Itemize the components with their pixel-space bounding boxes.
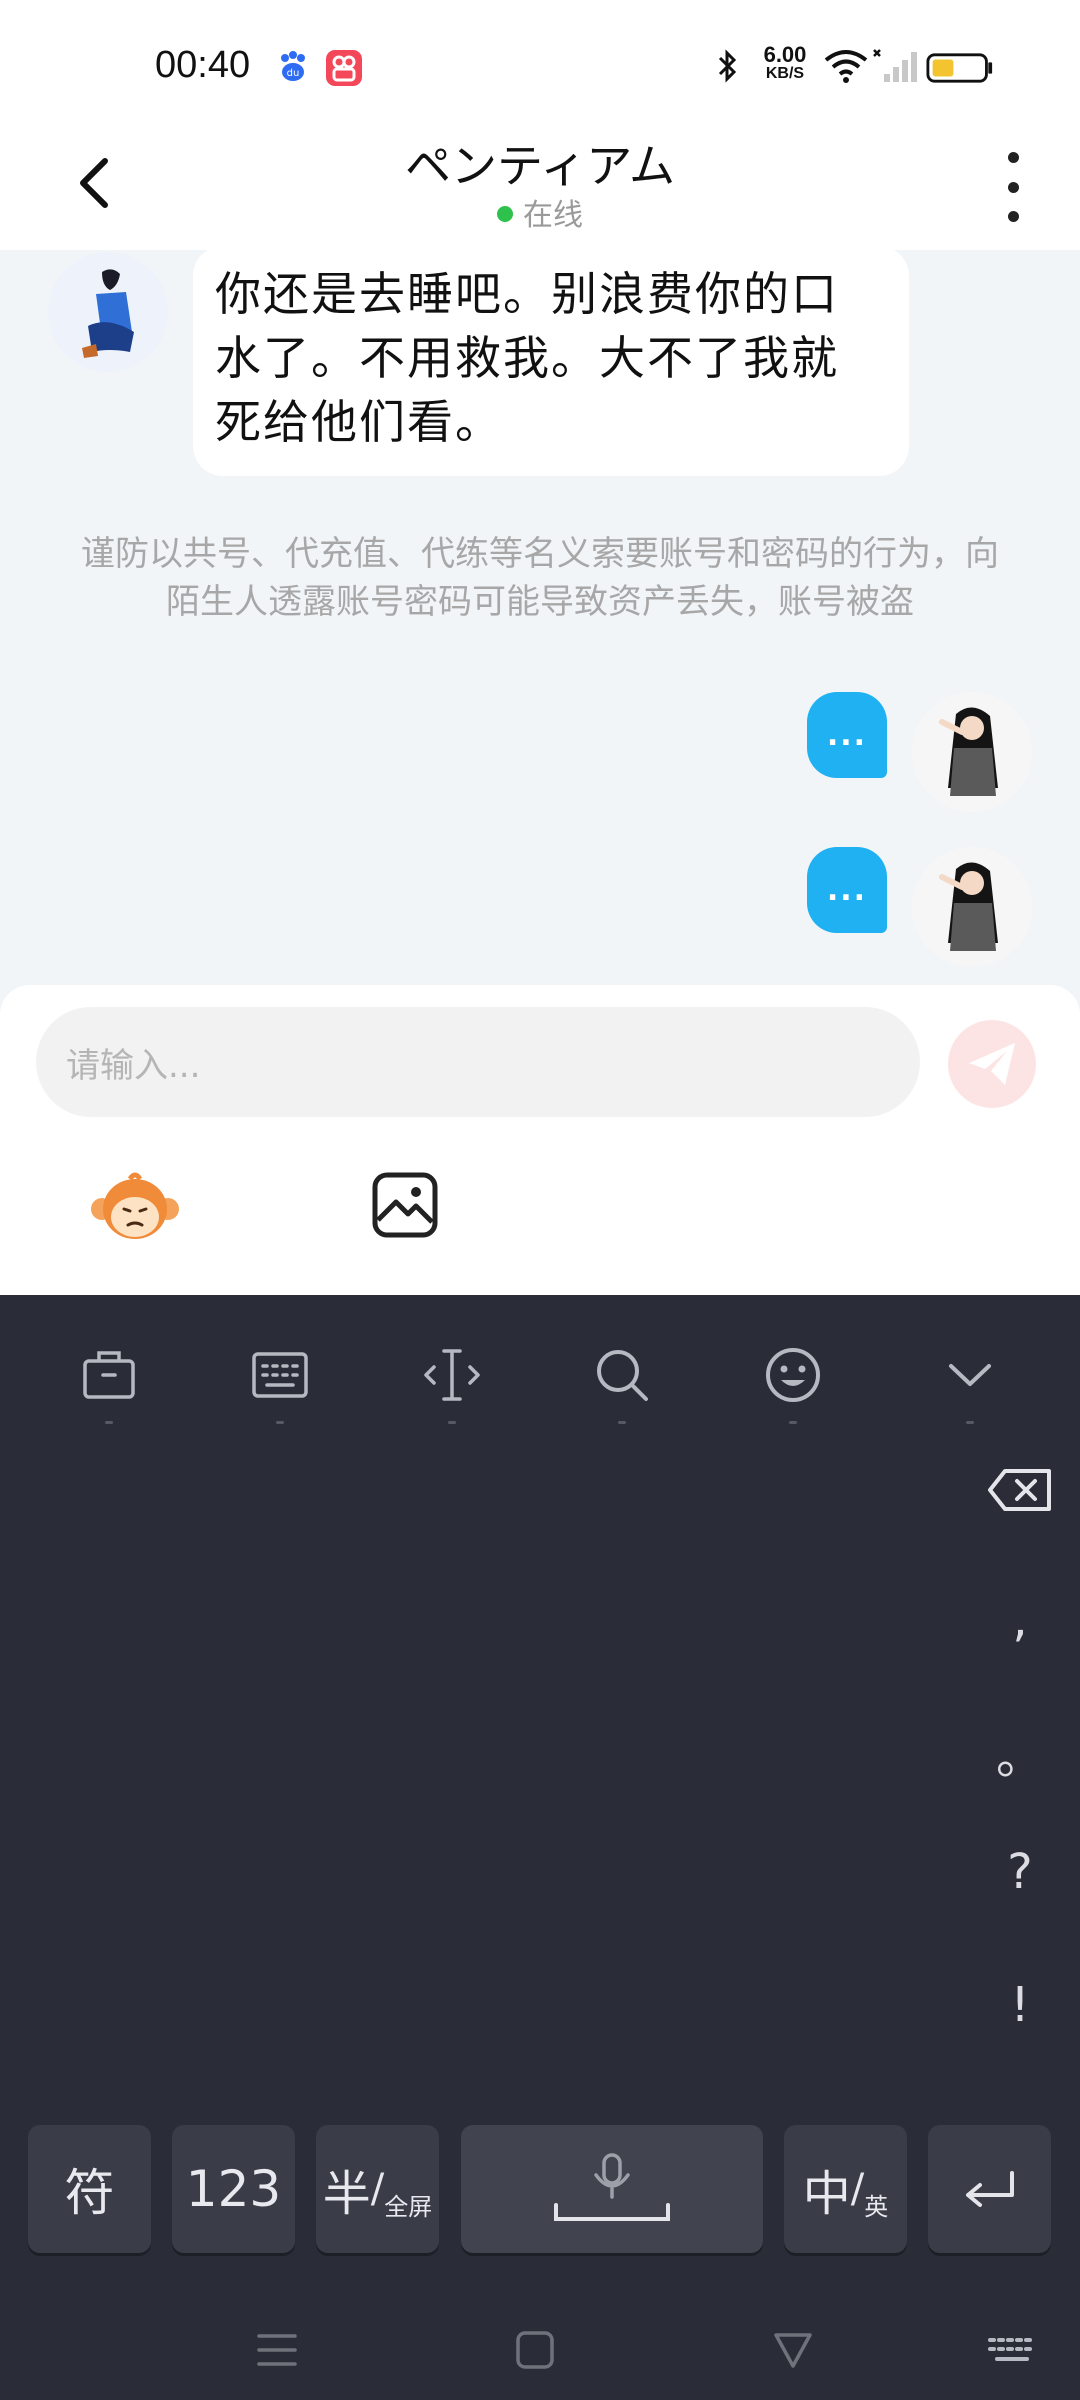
signal-icon (873, 49, 917, 82)
question-key[interactable]: ? (960, 1827, 1080, 1917)
message-input[interactable]: 请输入... (36, 1007, 920, 1117)
contact-avatar[interactable] (48, 252, 168, 372)
my-avatar[interactable] (912, 847, 1032, 967)
my-avatar[interactable] (912, 692, 1032, 812)
microphone-space-icon (554, 2153, 670, 2221)
collapse-keyboard-button[interactable] (935, 1340, 1005, 1424)
contact-name: ペンティアム (404, 139, 676, 193)
message-bubble-received[interactable]: 你还是去睡吧。别浪费你的口水了。不用救我。大不了我就死给他们看。 (193, 250, 909, 476)
nav-back-button[interactable] (763, 2320, 823, 2380)
half-full-width-key[interactable]: 半 / 全屏 (316, 2125, 439, 2253)
period-key[interactable]: 。 (960, 1707, 1080, 1797)
monkey-sticker-icon (91, 1172, 179, 1239)
message-bubble-sent[interactable]: ... (807, 692, 887, 778)
cursor-icon (424, 1349, 480, 1401)
clipboard-button[interactable] (74, 1340, 144, 1424)
backspace-icon (988, 1469, 1051, 1511)
space-key[interactable] (461, 2125, 763, 2253)
image-picker-button[interactable] (370, 1170, 440, 1240)
enter-key[interactable] (928, 2125, 1051, 2253)
keyboard-bottom-row: 符 123 半 / 全屏 中 / 英 (0, 2125, 1080, 2255)
language-switch-key[interactable]: 中 / 英 (784, 2125, 907, 2253)
net-speed: 6.00 KB/S (763, 42, 807, 82)
send-button[interactable] (948, 1020, 1036, 1108)
keyboard-icon (988, 2338, 1032, 2361)
keyboard-layout-icon (252, 1352, 308, 1398)
collapse-icon (949, 1364, 991, 1386)
svg-text:du: du (287, 68, 300, 79)
nav-keyboard-button[interactable] (982, 2320, 1042, 2380)
numbers-key[interactable]: 123 (172, 2125, 295, 2253)
online-status: 在线 (0, 190, 1080, 234)
exclamation-key[interactable]: ! (960, 1960, 1080, 2050)
menu-icon (257, 2334, 297, 2366)
message-list[interactable]: 你还是去睡吧。别浪费你的口水了。不用救我。大不了我就死给他们看。 谨防以共号、代… (0, 250, 1080, 985)
image-icon (372, 1172, 438, 1238)
status-time: 00:40 (155, 44, 251, 86)
status-bar: 00:40 du 6.00 KB/S (0, 0, 1080, 130)
emoji-icon (766, 1348, 820, 1402)
paper-plane-icon (969, 1043, 1015, 1085)
delete-key[interactable] (960, 1445, 1080, 1535)
cursor-button[interactable] (417, 1340, 487, 1424)
chat-header: ペンティアム 在线 (0, 130, 1080, 250)
sticker-button[interactable] (90, 1165, 180, 1245)
keyboard-toolbar (0, 1295, 1080, 1424)
keyboard-layout-button[interactable] (245, 1340, 315, 1424)
battery-icon (926, 53, 993, 83)
input-panel: 请输入... (0, 985, 1080, 1295)
navigation-bar (0, 2295, 1080, 2400)
comma-key[interactable]: , (960, 1575, 1080, 1665)
message-row-sent: ... (0, 692, 1080, 812)
kuaishou-app-icon (326, 50, 362, 86)
symbols-key[interactable]: 符 (28, 2125, 151, 2253)
online-dot-icon (497, 205, 513, 222)
baidu-app-icon: du (281, 51, 305, 81)
home-square-icon (516, 2331, 554, 2369)
wifi-icon (824, 50, 868, 83)
nav-menu-button[interactable] (247, 2320, 307, 2380)
message-bubble-sent[interactable]: ... (807, 847, 887, 933)
message-row-sent: ... (0, 847, 1080, 967)
soft-keyboard: , 。 ? ! 符 123 半 / 全屏 中 / 英 (0, 1295, 1080, 2400)
more-options-button[interactable] (998, 152, 1028, 222)
search-icon (597, 1350, 648, 1401)
bluetooth-icon (718, 49, 737, 83)
security-notice: 谨防以共号、代充值、代练等名义索要账号和密码的行为，向陌生人透露账号密码可能导致… (81, 534, 999, 622)
search-button[interactable] (587, 1340, 657, 1424)
nav-home-button[interactable] (505, 2320, 565, 2380)
enter-icon (965, 2171, 1014, 2207)
emoji-button[interactable] (758, 1340, 828, 1424)
back-triangle-icon (774, 2333, 812, 2368)
clipboard-icon (83, 1351, 135, 1399)
